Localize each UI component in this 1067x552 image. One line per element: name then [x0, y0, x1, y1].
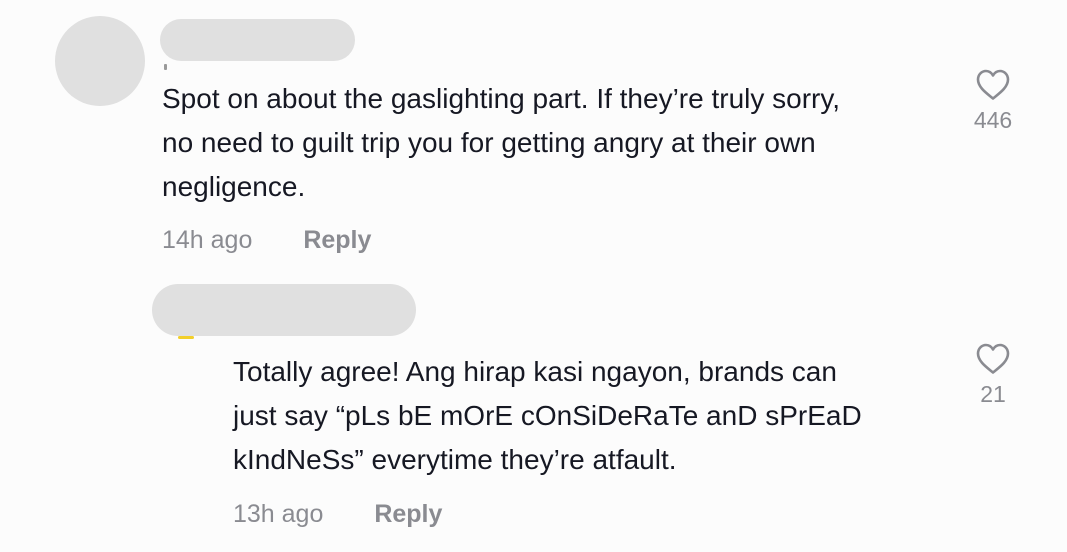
reply-button[interactable]: Reply — [374, 500, 442, 528]
reply-text: Totally agree! Ang hirap kasi ngayon, br… — [233, 350, 862, 482]
comment-text-line: just say “pLs bE mOrE cOnSiDeRaTe anD sP… — [233, 400, 862, 431]
redacted-username — [152, 284, 416, 336]
comment-text-line: kIndNeSs” everytime they’re atfault. — [233, 444, 677, 475]
comment-thread: Spot on about the gaslighting part. If t… — [0, 0, 1067, 552]
like-count: 446 — [973, 107, 1013, 133]
comment-text-line: Totally agree! Ang hirap kasi ngayon, br… — [233, 356, 837, 387]
heart-outline-icon — [976, 343, 1010, 374]
redacted-username — [160, 19, 355, 61]
like-count: 21 — [980, 381, 1006, 407]
redaction-artifact — [164, 64, 167, 70]
like-button[interactable]: 446 — [958, 68, 1028, 133]
reply-button[interactable]: Reply — [303, 226, 371, 254]
comment-text-line: negligence. — [162, 171, 306, 202]
comment-timestamp: 13h ago — [233, 500, 324, 528]
avatar[interactable] — [55, 16, 145, 106]
comment-text-line: no need to guilt trip you for getting an… — [162, 127, 816, 158]
like-button[interactable]: 21 — [958, 342, 1028, 407]
comment-meta: 14h ago Reply — [162, 225, 371, 255]
avatar-sliver — [178, 336, 194, 339]
comment-text: Spot on about the gaslighting part. If t… — [162, 77, 840, 209]
comment-timestamp: 14h ago — [162, 226, 253, 254]
comment-text-line: Spot on about the gaslighting part. If t… — [162, 83, 841, 114]
heart-outline-icon — [976, 69, 1010, 100]
comment-meta: 13h ago Reply — [233, 499, 442, 529]
